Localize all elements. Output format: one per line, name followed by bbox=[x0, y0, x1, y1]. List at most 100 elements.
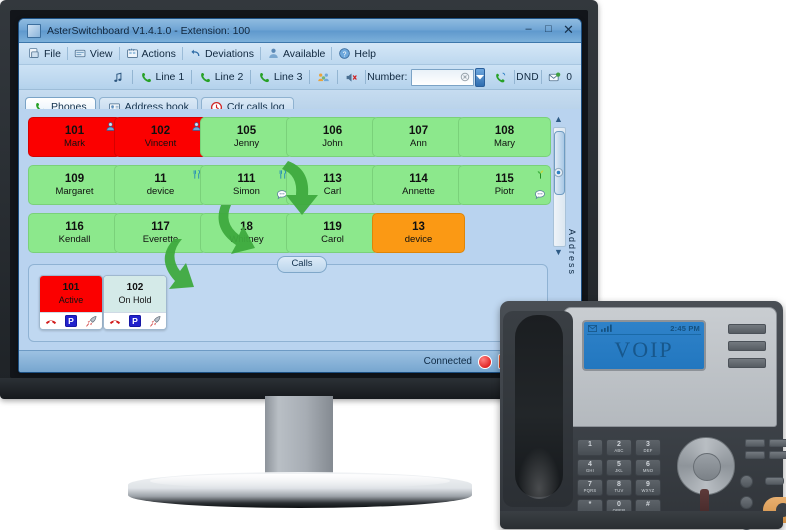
dial-phone-icon bbox=[495, 72, 505, 82]
phone-name: Jenny bbox=[233, 137, 260, 149]
triangle-up-icon[interactable]: ▲ bbox=[554, 115, 563, 124]
menu-item-view[interactable]: View bbox=[69, 46, 118, 61]
conference-button[interactable] bbox=[312, 71, 335, 84]
feature-button[interactable] bbox=[745, 451, 765, 459]
menu-item-file[interactable]: File bbox=[23, 46, 66, 61]
keypad-digit: 1 bbox=[588, 441, 592, 448]
menu-item-actions[interactable]: Actions bbox=[121, 46, 181, 61]
line-3-button[interactable]: Line 3 bbox=[253, 71, 308, 84]
hangup-icon[interactable] bbox=[44, 315, 58, 327]
tool-bar: Line 1 Line 2 Line 3 Number: DND 0 bbox=[19, 65, 581, 90]
close-button[interactable]: ✕ bbox=[560, 22, 577, 37]
maximize-button[interactable]: □ bbox=[540, 22, 557, 37]
voicemail-button[interactable]: 0 bbox=[543, 71, 577, 84]
phone-cell[interactable]: 106 John bbox=[286, 117, 379, 157]
navigation-pad[interactable] bbox=[677, 437, 735, 495]
call-card[interactable]: 101 Active P bbox=[39, 275, 103, 330]
keypad-key[interactable]: 9 WXYZ bbox=[635, 479, 661, 496]
menu-item-help[interactable]: ? Help bbox=[333, 46, 381, 61]
triangle-down-icon[interactable]: ▼ bbox=[554, 248, 563, 257]
number-input[interactable] bbox=[411, 68, 474, 86]
phone-cell[interactable]: 111 Simon bbox=[200, 165, 293, 205]
dial-button[interactable] bbox=[489, 71, 512, 84]
keypad-key[interactable]: 2 ABC bbox=[606, 439, 632, 456]
phone-number: 113 bbox=[323, 172, 342, 185]
phone-name: Piotr bbox=[494, 185, 515, 197]
phone-number: 18 bbox=[240, 220, 253, 233]
phone-number: 115 bbox=[495, 172, 514, 185]
feature-button[interactable] bbox=[745, 439, 765, 447]
phone-cell[interactable]: 13 device bbox=[372, 213, 465, 253]
phone-name: Everette bbox=[142, 233, 179, 245]
lcd-status-row: 2:45 PM bbox=[584, 322, 704, 334]
phone-cell[interactable]: 105 Jenny bbox=[200, 117, 293, 157]
hangup-icon[interactable] bbox=[108, 315, 122, 327]
keypad-letters: MNO bbox=[642, 468, 654, 473]
phone-cell[interactable]: 101 Mark bbox=[28, 117, 121, 157]
keypad-key[interactable]: 3 DEF bbox=[635, 439, 661, 456]
menu-item-file-label: File bbox=[44, 47, 61, 60]
minimize-button[interactable]: – bbox=[520, 22, 537, 37]
phone-cell[interactable]: 109 Margaret bbox=[28, 165, 121, 205]
menu-item-deviations[interactable]: Deviations bbox=[184, 46, 259, 61]
feature-button[interactable] bbox=[769, 439, 786, 447]
park-icon[interactable]: P bbox=[65, 315, 78, 327]
keypad-digit: 8 bbox=[617, 481, 621, 488]
keypad-key[interactable]: 4 GHI bbox=[577, 459, 603, 476]
phone-cell[interactable]: 107 Ann bbox=[372, 117, 465, 157]
menu-item-available[interactable]: Available bbox=[262, 46, 330, 61]
window-controls: – □ ✕ bbox=[520, 22, 577, 37]
phone-cell[interactable]: 115 Piotr bbox=[458, 165, 551, 205]
toolbar-separator bbox=[513, 70, 515, 84]
address-sidebar-label[interactable]: Address bbox=[565, 229, 577, 276]
phone-cell[interactable]: 116 Kendall bbox=[28, 213, 121, 253]
phone-cell[interactable]: 114 Annette bbox=[372, 165, 465, 205]
keypad-key[interactable]: 5 JKL bbox=[606, 459, 632, 476]
keypad-key[interactable]: 7 PQRS bbox=[577, 479, 603, 496]
menu-item-actions-label: Actions bbox=[141, 47, 176, 60]
park-icon[interactable]: P bbox=[129, 315, 142, 327]
line-1-button[interactable]: Line 1 bbox=[135, 71, 190, 84]
title-bar[interactable]: AsterSwitchboard V1.4.1.0 - Extension: 1… bbox=[19, 19, 581, 43]
svg-text:?: ? bbox=[343, 51, 347, 58]
round-button[interactable] bbox=[740, 496, 753, 509]
feature-button[interactable] bbox=[769, 451, 786, 459]
mute-button[interactable] bbox=[340, 71, 363, 84]
keypad-key[interactable]: 1 bbox=[577, 439, 603, 456]
softkey-button[interactable] bbox=[728, 358, 766, 368]
transfer-icon[interactable] bbox=[149, 315, 162, 328]
scrollbar-thumb[interactable] bbox=[554, 131, 565, 195]
transfer-icon[interactable] bbox=[85, 315, 98, 328]
call-card[interactable]: 102 On Hold P bbox=[103, 275, 167, 330]
round-button[interactable] bbox=[740, 475, 753, 488]
phone-cell[interactable]: 102 Vincent bbox=[114, 117, 207, 157]
clear-circle-icon[interactable] bbox=[460, 72, 470, 82]
menu-separator bbox=[259, 47, 261, 60]
number-dropdown-button[interactable] bbox=[474, 67, 485, 87]
grid-scrollbar[interactable]: ▲ ▼ bbox=[551, 115, 566, 257]
phone-name: Mark bbox=[63, 137, 86, 149]
phone-cell[interactable]: 108 Mary bbox=[458, 117, 551, 157]
menu-bar: File View Actions Deviations Available ?… bbox=[19, 43, 581, 65]
phone-number: 13 bbox=[412, 220, 425, 233]
softkey-button[interactable] bbox=[728, 324, 766, 334]
phone-name: Ann bbox=[410, 137, 427, 149]
phone-name: Vincent bbox=[144, 137, 177, 149]
phone-name: Simon bbox=[233, 185, 260, 197]
phone-name: Whitney bbox=[229, 233, 264, 245]
record-dot-icon[interactable] bbox=[478, 354, 492, 369]
phone-cell[interactable]: 11 device bbox=[114, 165, 207, 205]
keypad-key[interactable]: 8 TUV bbox=[606, 479, 632, 496]
phone-cell[interactable]: 113 Carl bbox=[286, 165, 379, 205]
line-2-button[interactable]: Line 2 bbox=[194, 71, 249, 84]
phone-cell[interactable]: 119 Carol bbox=[286, 213, 379, 253]
screenshot-stage: AsterSwitchboard V1.4.1.0 - Extension: 1… bbox=[0, 0, 786, 530]
keypad-key[interactable]: 6 MNO bbox=[635, 459, 661, 476]
keypad-letters: JKL bbox=[615, 468, 623, 473]
phone-cell[interactable]: 117 Everette bbox=[114, 213, 207, 253]
pill-button[interactable] bbox=[765, 477, 784, 485]
softkey-button[interactable] bbox=[728, 341, 766, 351]
dnd-button[interactable]: DND bbox=[516, 72, 539, 83]
music-on-hold-button[interactable] bbox=[107, 71, 130, 84]
phone-cell[interactable]: 18 Whitney bbox=[200, 213, 293, 253]
